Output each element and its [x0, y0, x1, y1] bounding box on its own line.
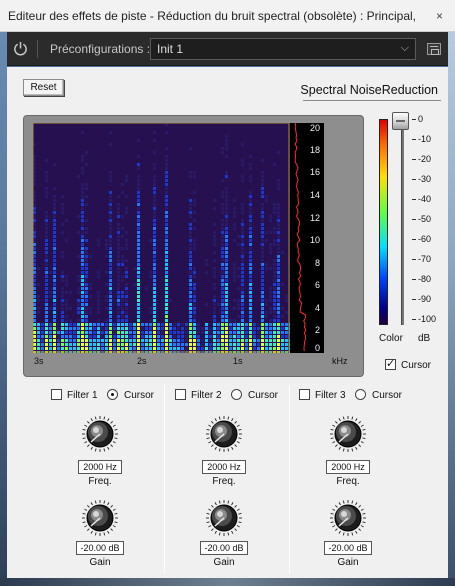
gain-knob[interactable] [81, 499, 119, 537]
y-tick: 12 [309, 213, 320, 223]
db-tick-label: -80 [418, 274, 432, 284]
gain-knob[interactable] [205, 499, 243, 537]
y-tick: 14 [309, 190, 320, 200]
filter-cursor-label: Cursor [124, 390, 155, 401]
threshold-slider-track[interactable] [401, 119, 404, 325]
db-tick-label: -10 [418, 134, 432, 144]
db-tick-mark [412, 179, 416, 180]
cursor-checkbox[interactable] [385, 357, 396, 370]
close-icon[interactable]: × [436, 9, 443, 23]
chevron-down-icon: ⌵ [400, 42, 409, 54]
db-label: dB [418, 333, 431, 344]
db-tick-label: -100 [418, 314, 437, 324]
filter-cursor-radio[interactable] [231, 389, 242, 400]
frequency-caption: Freq. [212, 476, 236, 487]
db-tick-label: -20 [418, 154, 432, 164]
presets-label: Préconfigurations : [50, 42, 151, 56]
x-label: 1s [233, 356, 243, 366]
y-tick: 2 [314, 325, 320, 335]
plugin-name-underline [303, 100, 441, 101]
gain-caption: Gain [213, 557, 235, 568]
db-tick-label: -90 [418, 294, 432, 304]
preset-value: Init 1 [157, 42, 184, 56]
plugin-name: Spectral NoiseReduction [300, 83, 438, 97]
filter-label: Filter 1 [67, 390, 98, 401]
db-tick-label: -40 [418, 194, 432, 204]
db-tick-mark [412, 139, 416, 140]
y-tick: 8 [314, 258, 320, 268]
filter-cursor-radio[interactable] [107, 389, 118, 400]
x-label: 2s [137, 356, 147, 366]
filter-column-separator [164, 385, 165, 573]
window-titlebar: Editeur des effets de piste - Réduction … [0, 0, 455, 32]
save-preset-icon[interactable] [427, 43, 441, 55]
db-tick-label: 0 [418, 114, 424, 124]
gain-value[interactable]: -20.00 dB [200, 541, 248, 555]
gain-knob[interactable] [329, 499, 367, 537]
gain-value[interactable]: -20.00 dB [76, 541, 124, 555]
db-tick-mark [412, 299, 416, 300]
power-icon[interactable] [13, 41, 28, 56]
filter-cursor-label: Cursor [372, 390, 403, 401]
filter-cursor-radio[interactable] [355, 389, 366, 400]
color-label: Color [379, 333, 403, 344]
db-tick-mark [412, 119, 416, 120]
y-tick: 0 [314, 343, 320, 353]
filter-enable-checkbox[interactable] [299, 389, 310, 400]
cursor-checkbox-label: Cursor [401, 360, 432, 371]
db-tick-label: -30 [418, 174, 432, 184]
gain-caption: Gain [89, 557, 111, 568]
db-tick-label: -60 [418, 234, 432, 244]
color-scale-bar [379, 119, 388, 325]
y-tick: 20 [309, 123, 320, 133]
db-tick-mark [412, 259, 416, 260]
db-tick-mark [412, 199, 416, 200]
frequency-caption: Freq. [336, 476, 360, 487]
gain-caption: Gain [337, 557, 359, 568]
frequency-value[interactable]: 2000 Hz [326, 460, 370, 474]
frequency-knob[interactable] [81, 415, 119, 453]
filter-cursor-label: Cursor [248, 390, 279, 401]
preset-dropdown[interactable]: Init 1 ⌵ [150, 38, 416, 60]
filter-label: Filter 3 [315, 390, 346, 401]
db-tick-label: -70 [418, 254, 432, 264]
frequency-knob[interactable] [205, 415, 243, 453]
y-tick: 6 [314, 280, 320, 290]
x-unit-label: kHz [332, 356, 348, 366]
filter-column-separator [289, 385, 290, 573]
spectrum-profile: 20 18 16 14 12 10 8 6 4 2 0 [290, 122, 324, 353]
plugin-panel: Reset Spectral NoiseReduction 20 18 16 1… [7, 67, 448, 578]
db-tick-label: -50 [418, 214, 432, 224]
frequency-caption: Freq. [88, 476, 112, 487]
reset-button[interactable]: Reset [23, 79, 64, 96]
spectrogram-plot[interactable] [33, 123, 290, 353]
frequency-value[interactable]: 2000 Hz [78, 460, 122, 474]
frequency-knob[interactable] [329, 415, 367, 453]
effect-toolbar: Préconfigurations : Init 1 ⌵ [7, 32, 448, 66]
y-tick: 10 [309, 235, 320, 245]
spectrogram-display[interactable]: 20 18 16 14 12 10 8 6 4 2 0 3s 2s 1s kHz [23, 115, 364, 377]
filter-label: Filter 2 [191, 390, 222, 401]
toolbar-separator [37, 40, 38, 58]
window-title: Editeur des effets de piste - Réduction … [8, 9, 418, 23]
db-tick-mark [412, 239, 416, 240]
threshold-slider-thumb[interactable] [392, 112, 409, 130]
spectrogram-image [33, 123, 290, 353]
db-tick-mark [412, 279, 416, 280]
frequency-value[interactable]: 2000 Hz [202, 460, 246, 474]
db-tick-mark [412, 159, 416, 160]
x-label: 3s [34, 356, 44, 366]
gain-value[interactable]: -20.00 dB [324, 541, 372, 555]
filter-enable-checkbox[interactable] [51, 389, 62, 400]
y-tick: 16 [309, 167, 320, 177]
db-tick-mark [412, 219, 416, 220]
db-tick-mark [412, 319, 416, 320]
y-tick: 4 [314, 303, 320, 313]
filter-enable-checkbox[interactable] [175, 389, 186, 400]
y-tick: 18 [309, 145, 320, 155]
